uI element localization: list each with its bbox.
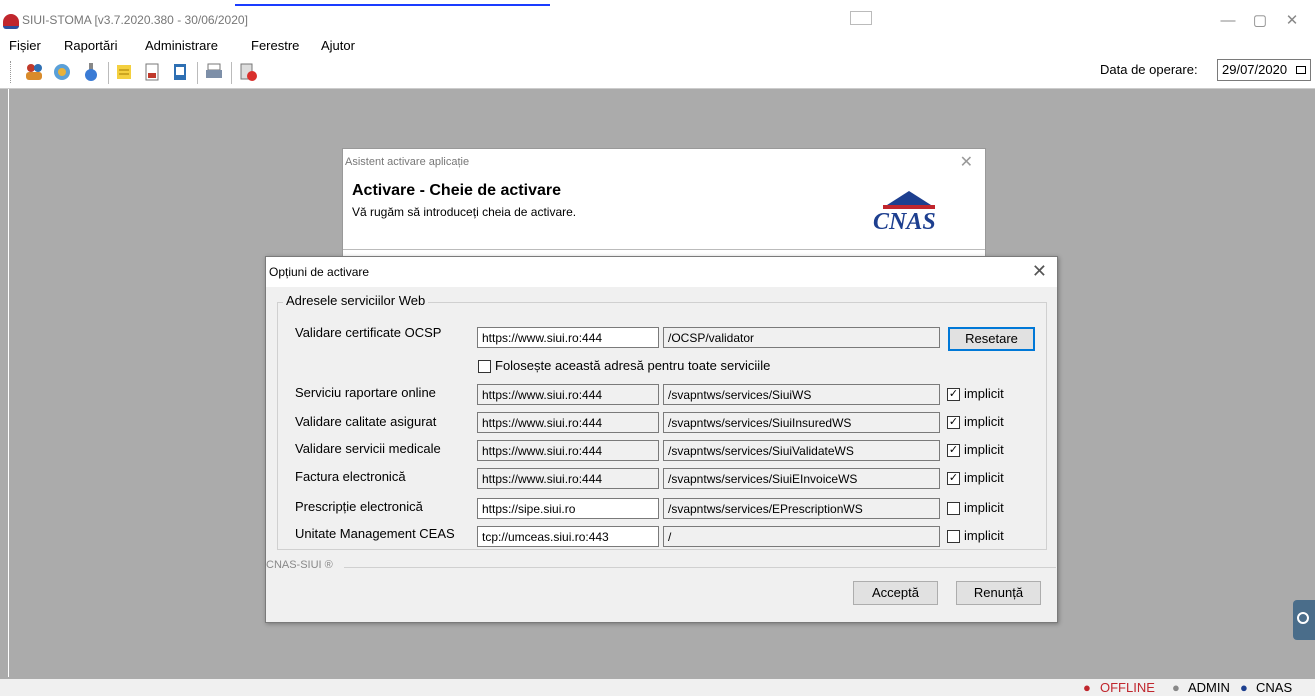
- activation-options-dialog: Opțiuni de activare ✕ Adresele serviciil…: [265, 256, 1058, 623]
- implicit-checkbox-servicii[interactable]: ✓: [947, 444, 960, 457]
- ocsp-host-field[interactable]: https://www.siui.ro:444: [477, 327, 659, 348]
- cancel-button[interactable]: Renunță: [956, 581, 1041, 605]
- report-icon[interactable]: [170, 62, 190, 82]
- implicit-checkbox-raportare[interactable]: ✓: [947, 388, 960, 401]
- wizard-heading: Activare - Cheie de activare: [352, 182, 561, 199]
- flask-icon[interactable]: [81, 62, 101, 82]
- window-titlebar: SIUI-STOMA [v3.7.2020.380 - 30/06/2020] …: [0, 9, 1315, 35]
- operation-date-value: 29/07/2020: [1222, 62, 1288, 77]
- implicit-label: implicit: [964, 500, 1004, 515]
- layout-switcher[interactable]: [850, 11, 900, 25]
- operation-date-label: Data de operare:: [1100, 62, 1198, 77]
- footer-brand: CNAS-SIUI ®: [266, 559, 333, 571]
- accept-button[interactable]: Acceptă: [853, 581, 938, 605]
- side-panel-toggle-icon[interactable]: [1293, 600, 1315, 640]
- dialog-titlebar: Opțiuni de activare ✕: [266, 257, 1057, 287]
- top-clipped-strip: [0, 0, 1315, 9]
- org-status: CNAS: [1256, 680, 1293, 695]
- service-path-servicii[interactable]: /svapntws/services/SiuiValidateWS: [663, 440, 940, 461]
- implicit-label: implicit: [964, 442, 1004, 457]
- service-label-prescriptie: Prescripție electronică: [295, 499, 423, 514]
- use-for-all-checkbox[interactable]: [478, 360, 491, 373]
- service-label-servicii: Validare servicii medicale: [295, 441, 441, 456]
- user-status: ADMIN: [1188, 680, 1230, 695]
- implicit-checkbox-factura[interactable]: ✓: [947, 472, 960, 485]
- menu-bar: Fișier Raportări Administrare Ferestre A…: [0, 35, 1315, 57]
- service-label-raportare: Serviciu raportare online: [295, 385, 436, 400]
- implicit-label: implicit: [964, 414, 1004, 429]
- menu-fisier[interactable]: Fișier: [9, 38, 41, 53]
- toolbar-separator: [108, 62, 109, 84]
- app-logo-icon: [3, 14, 19, 29]
- close-window-button[interactable]: ✕: [1272, 11, 1312, 31]
- menu-administrare[interactable]: Administrare: [145, 38, 218, 53]
- dialog-title: Opțiuni de activare: [269, 265, 370, 279]
- ocsp-label: Validare certificate OCSP: [295, 325, 442, 340]
- service-host-asigurat[interactable]: https://www.siui.ro:444: [477, 412, 659, 433]
- cnas-logo: CNAS: [863, 187, 953, 237]
- reset-button[interactable]: Resetare: [948, 327, 1035, 351]
- globe-icon[interactable]: [52, 62, 72, 82]
- toolbar-separator: [197, 62, 198, 84]
- users-icon[interactable]: [24, 62, 44, 82]
- implicit-label: implicit: [964, 470, 1004, 485]
- service-path-ceas[interactable]: /: [663, 526, 940, 547]
- wizard-close-icon[interactable]: ✕: [960, 152, 973, 172]
- offline-icon: ●: [1083, 680, 1091, 695]
- toolbar-separator: [231, 62, 232, 84]
- workarea-border: [8, 89, 9, 677]
- footer-divider: [344, 567, 1056, 568]
- exit-icon[interactable]: [238, 62, 258, 82]
- printer-icon[interactable]: [204, 62, 224, 82]
- window-title: SIUI-STOMA [v3.7.2020.380 - 30/06/2020]: [22, 13, 248, 27]
- clipped-link: [235, 0, 550, 6]
- operation-date-field[interactable]: 29/07/2020: [1217, 59, 1311, 81]
- wizard-subtitle: Vă rugăm să introduceți cheia de activar…: [352, 205, 577, 219]
- user-icon: ●: [1172, 680, 1180, 695]
- document-icon[interactable]: [142, 62, 162, 82]
- implicit-checkbox-asigurat[interactable]: ✓: [947, 416, 960, 429]
- offline-status: OFFLINE: [1100, 680, 1155, 695]
- implicit-checkbox-ceas[interactable]: [947, 530, 960, 543]
- service-host-prescriptie[interactable]: https://sipe.siui.ro: [477, 498, 659, 519]
- menu-raportari[interactable]: Raportări: [64, 38, 117, 53]
- cnas-icon: ●: [1240, 680, 1248, 695]
- implicit-checkbox-prescriptie[interactable]: [947, 502, 960, 515]
- service-host-servicii[interactable]: https://www.siui.ro:444: [477, 440, 659, 461]
- service-path-raportare[interactable]: /svapntws/services/SiuiWS: [663, 384, 940, 405]
- group-label: Adresele serviciilor Web: [283, 293, 429, 308]
- service-host-factura[interactable]: https://www.siui.ro:444: [477, 468, 659, 489]
- service-host-raportare[interactable]: https://www.siui.ro:444: [477, 384, 659, 405]
- menu-ferestre[interactable]: Ferestre: [251, 38, 299, 53]
- service-label-ceas: Unitate Management CEAS: [295, 526, 455, 541]
- implicit-label: implicit: [964, 528, 1004, 543]
- status-bar: ● OFFLINE ● ADMIN ● CNAS: [0, 679, 1315, 696]
- menu-ajutor[interactable]: Ajutor: [321, 38, 355, 53]
- wizard-separator: [343, 249, 985, 250]
- ocsp-path-field[interactable]: /OCSP/validator: [663, 327, 940, 348]
- wizard-title: Asistent activare aplicație: [345, 156, 470, 168]
- service-host-ceas[interactable]: tcp://umceas.siui.ro:443: [477, 526, 659, 547]
- service-label-asigurat: Validare calitate asigurat: [295, 414, 437, 429]
- service-path-asigurat[interactable]: /svapntws/services/SiuiInsuredWS: [663, 412, 940, 433]
- calendar-icon[interactable]: [1296, 66, 1306, 74]
- dialog-close-icon[interactable]: ✕: [1032, 261, 1047, 282]
- toolbar: Data de operare:: [0, 57, 1315, 89]
- service-label-factura: Factura electronică: [295, 469, 406, 484]
- notes-icon[interactable]: [114, 62, 134, 82]
- service-path-prescriptie[interactable]: /svapntws/services/EPrescriptionWS: [663, 498, 940, 519]
- use-for-all-label: Folosește această adresă pentru toate se…: [495, 358, 771, 373]
- service-path-factura[interactable]: /svapntws/services/SiuiEInvoiceWS: [663, 468, 940, 489]
- toolbar-grip[interactable]: [10, 61, 13, 83]
- implicit-label: implicit: [964, 386, 1004, 401]
- cnas-logo-text: CNAS: [873, 209, 936, 235]
